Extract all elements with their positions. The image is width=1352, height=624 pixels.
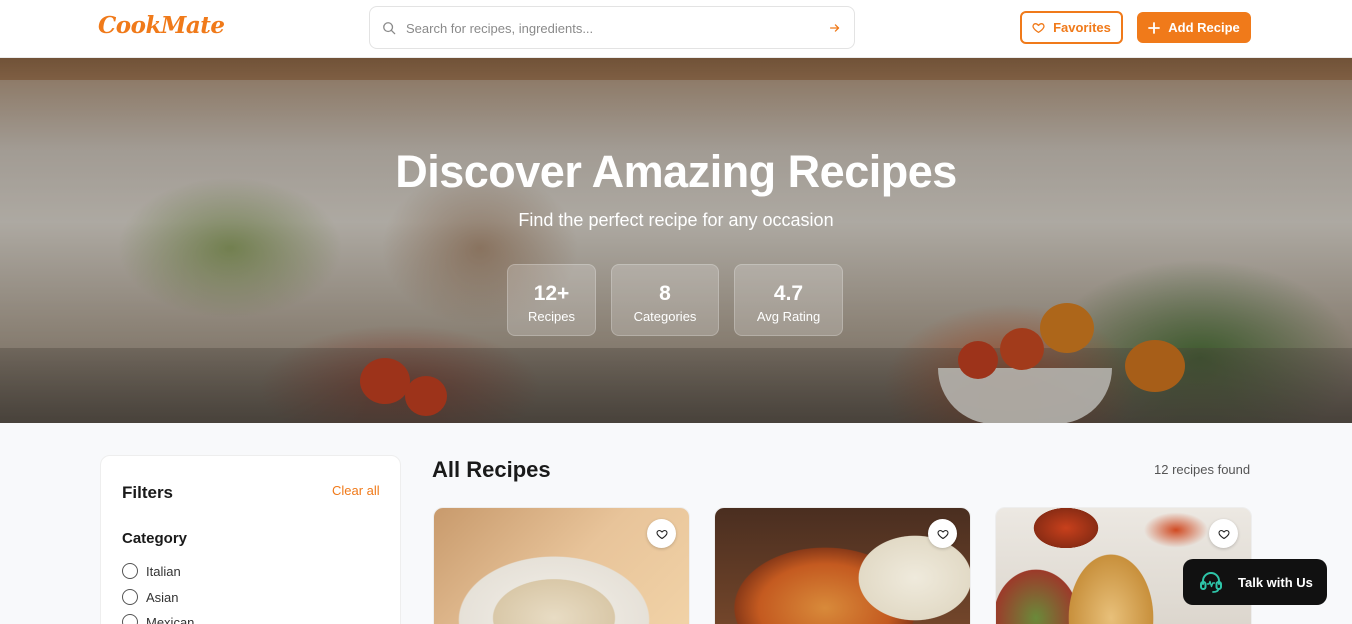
favorite-toggle-button[interactable] bbox=[928, 519, 957, 548]
recipe-card[interactable] bbox=[433, 507, 690, 624]
add-recipe-label: Add Recipe bbox=[1168, 20, 1240, 35]
hero-subtitle: Find the perfect recipe for any occasion bbox=[518, 210, 834, 230]
heart-icon bbox=[936, 529, 949, 539]
stat-label: Categories bbox=[633, 309, 697, 324]
stat-value: 4.7 bbox=[773, 282, 804, 305]
talk-with-us-label: Talk with Us bbox=[1238, 574, 1313, 590]
search-icon bbox=[383, 22, 396, 35]
filters-title: Filters bbox=[122, 483, 174, 502]
option-label: Asian bbox=[146, 589, 179, 605]
clear-all-link[interactable]: Clear all bbox=[332, 483, 380, 498]
stat-recipes: 12+ Recipes bbox=[507, 264, 596, 336]
plus-icon bbox=[1148, 21, 1161, 34]
radio-button[interactable] bbox=[122, 589, 138, 605]
stat-value: 8 bbox=[659, 282, 671, 305]
filters-panel: Filters Clear all Category Italian Asian… bbox=[100, 455, 401, 624]
category-option-mexican[interactable]: Mexican bbox=[122, 612, 194, 624]
option-label: Mexican bbox=[146, 614, 195, 624]
option-label: Italian bbox=[146, 563, 181, 579]
favorites-label: Favorites bbox=[1053, 20, 1111, 35]
stat-label: Avg Rating bbox=[756, 309, 821, 324]
search-bar[interactable] bbox=[369, 6, 855, 49]
favorite-toggle-button[interactable] bbox=[647, 519, 676, 548]
stat-value: 12+ bbox=[533, 282, 570, 305]
logo[interactable]: CookMate bbox=[98, 12, 225, 39]
radio-button[interactable] bbox=[122, 614, 138, 624]
heart-icon bbox=[1217, 529, 1230, 539]
search-input[interactable] bbox=[406, 17, 806, 39]
stat-avg-rating: 4.7 Avg Rating bbox=[734, 264, 843, 336]
hero-banner: Discover Amazing Recipes Find the perfec… bbox=[0, 58, 1352, 423]
category-option-asian[interactable]: Asian bbox=[122, 587, 179, 607]
category-title: Category bbox=[122, 530, 188, 547]
heart-icon bbox=[1032, 23, 1045, 34]
arrow-right-icon[interactable] bbox=[828, 21, 842, 35]
category-option-italian[interactable]: Italian bbox=[122, 561, 181, 581]
talk-with-us-button[interactable]: Talk with Us bbox=[1183, 559, 1327, 605]
favorites-button[interactable]: Favorites bbox=[1020, 11, 1123, 44]
hero-title: Discover Amazing Recipes bbox=[395, 146, 957, 197]
stat-categories: 8 Categories bbox=[611, 264, 719, 336]
favorite-toggle-button[interactable] bbox=[1209, 519, 1238, 548]
top-header: CookMate Favorites Add Recipe bbox=[0, 0, 1352, 58]
heart-icon bbox=[655, 529, 668, 539]
radio-button[interactable] bbox=[122, 563, 138, 579]
add-recipe-button[interactable]: Add Recipe bbox=[1137, 12, 1251, 43]
recipe-card[interactable] bbox=[714, 507, 971, 624]
recipes-found-count: 12 recipes found bbox=[1154, 462, 1251, 477]
headset-icon bbox=[1200, 572, 1222, 593]
all-recipes-title: All Recipes bbox=[432, 457, 551, 482]
hero-overlay bbox=[0, 58, 1352, 423]
stat-label: Recipes bbox=[528, 309, 575, 324]
